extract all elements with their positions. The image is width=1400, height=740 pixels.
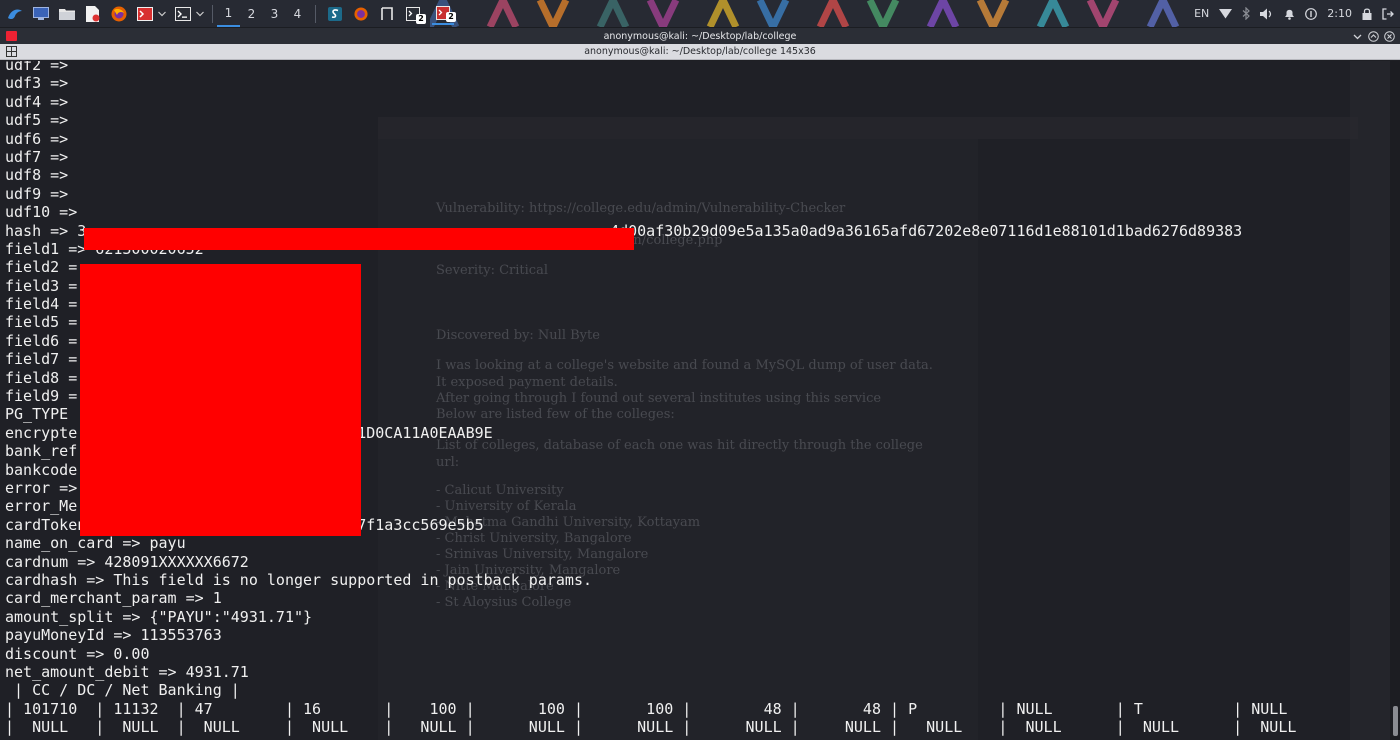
chevron-down-icon[interactable] (194, 3, 206, 25)
firefox-icon[interactable] (108, 3, 130, 25)
terminal-tab-title[interactable]: anonymous@kali: ~/Desktop/lab/college 14… (0, 44, 1400, 60)
terminal-line: udf10 => (5, 203, 78, 222)
terminal-line: udf6 => (5, 129, 69, 148)
file-manager-icon[interactable] (56, 3, 78, 25)
clock[interactable]: 2:10 (1327, 0, 1352, 27)
workspace-3[interactable]: 3 (263, 0, 286, 27)
taskbar-firefox-icon[interactable] (350, 3, 372, 25)
panel-separator (315, 4, 316, 23)
terminal-line: amount_split => {"PAYU":"4931.71"} (5, 607, 313, 626)
window-titlebar[interactable]: anonymous@kali: ~/Desktop/lab/college (0, 27, 1400, 44)
terminal-line: | NULL | NULL | NULL | NULL | NULL | NUL… (5, 718, 1297, 737)
redaction-block (80, 264, 361, 536)
power-status-icon[interactable] (1305, 0, 1318, 27)
close-button[interactable] (1383, 30, 1396, 43)
bluetooth-icon[interactable] (1242, 0, 1251, 27)
workspace-1[interactable]: 1 (217, 0, 240, 27)
window-count-badge: 2 (446, 11, 456, 22)
panel-separator (212, 4, 213, 23)
workspace-4[interactable]: 4 (286, 0, 309, 27)
terminal-output[interactable]: Vulnerability: https://college.edu/admin… (0, 61, 1400, 740)
lock-screen-icon[interactable] (1362, 0, 1372, 27)
scrollbar-thumb[interactable] (1393, 706, 1398, 736)
terminal-tab-bar: anonymous@kali: ~/Desktop/lab/college 14… (0, 44, 1400, 60)
text-editor-icon[interactable] (82, 3, 104, 25)
kali-menu-icon[interactable] (4, 3, 26, 25)
minimize-button[interactable] (1351, 30, 1364, 43)
panel-background-pattern (430, 0, 1180, 27)
terminal-line: name_on_card => payu (5, 534, 186, 553)
volume-icon[interactable] (1260, 0, 1274, 27)
terminal-line: udf8 => (5, 166, 69, 185)
network-icon[interactable] (1219, 0, 1233, 27)
window-count-badge: 2 (416, 13, 426, 24)
terminal-icon[interactable] (172, 3, 194, 25)
chevron-down-icon[interactable] (156, 3, 168, 25)
top-panel: 1 2 3 4 2 2 EN 2:10 (0, 0, 1400, 27)
terminal-line: udf7 => (5, 147, 69, 166)
terminal-line: | CC / DC / Net Banking | (5, 681, 240, 700)
maximize-button[interactable] (1367, 30, 1380, 43)
logout-icon[interactable] (1382, 0, 1394, 27)
terminal-line: cardnum => 428091XXXXXX6672 (5, 552, 249, 571)
terminal-scrollbar[interactable] (1390, 61, 1400, 740)
taskbar-terminal-active-icon[interactable]: 2 (432, 3, 456, 25)
redaction-block (84, 228, 634, 250)
terminal-line: udf9 => (5, 184, 69, 203)
taskbar-app-s-icon[interactable] (324, 3, 346, 25)
terminal-line: udf2 => (5, 61, 69, 74)
terminal-line: payuMoneyId => 113553763 (5, 626, 222, 645)
taskbar-terminal-icon[interactable]: 2 (402, 3, 426, 25)
window-title: anonymous@kali: ~/Desktop/lab/college (603, 31, 797, 42)
show-desktop-icon[interactable] (30, 3, 52, 25)
terminal-line: udf4 => (5, 92, 69, 111)
system-tray: EN 2:10 (1184, 0, 1400, 27)
terminal-line: cardhash => This field is no longer supp… (5, 570, 592, 589)
taskbar-window-icon[interactable] (376, 3, 398, 25)
language-indicator[interactable]: EN (1194, 0, 1209, 27)
terminal-line: net_amount_debit => 4931.71 (5, 662, 249, 681)
terminal-emulator-icon[interactable] (134, 3, 156, 25)
terminal-line: udf3 => (5, 74, 69, 93)
terminal-line: udf5 => (5, 111, 69, 130)
terminal-line: | 101710 | 11132 | 47 | 16 | 100 | 100 |… (5, 699, 1288, 718)
workspace-2[interactable]: 2 (240, 0, 263, 27)
terminal-line: discount => 0.00 (5, 644, 150, 663)
terminal-line: card_merchant_param => 1 (5, 589, 222, 608)
notification-bell-icon[interactable] (1284, 0, 1295, 27)
